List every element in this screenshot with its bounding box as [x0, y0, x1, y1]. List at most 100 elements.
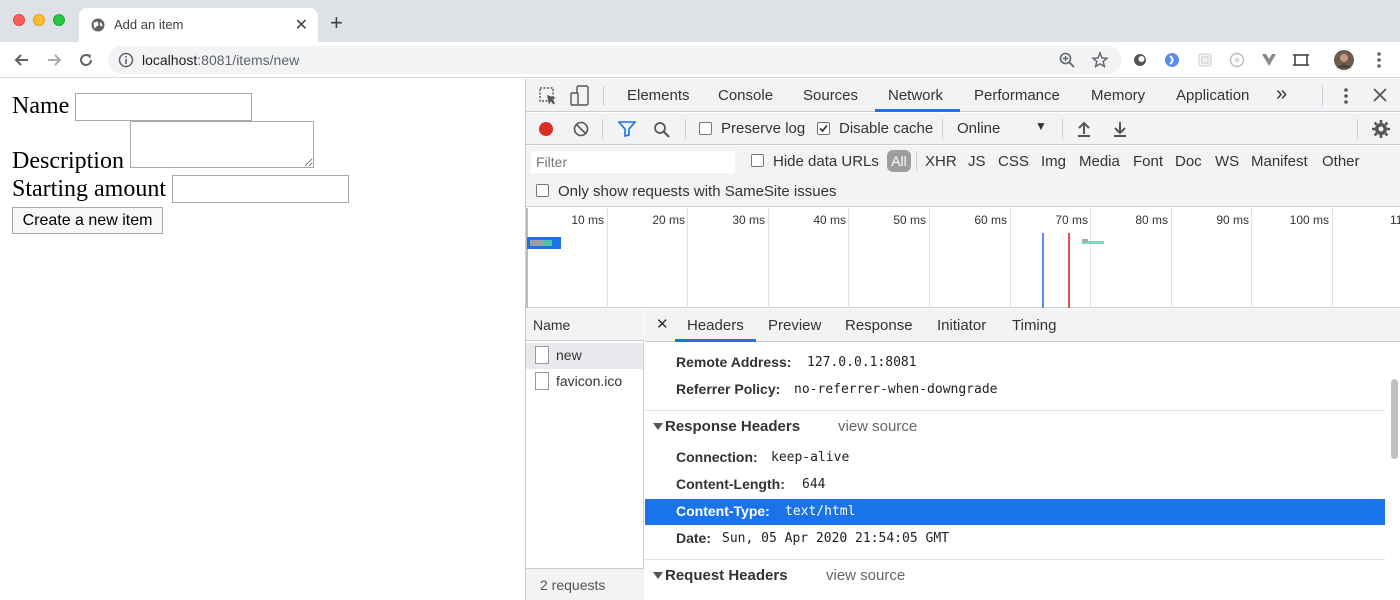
hide-data-urls-checkbox[interactable]: [751, 154, 764, 167]
browser-toolbar: localhost:8081/items/new: [0, 42, 1400, 78]
tab-sources[interactable]: Sources: [803, 87, 858, 104]
gridline: [1251, 208, 1252, 308]
header-key: Content-Type:: [676, 503, 770, 519]
chevron-down-icon[interactable]: ▼: [1035, 119, 1047, 133]
expand-triangle-icon[interactable]: [653, 423, 663, 430]
filter-type-all[interactable]: All: [887, 150, 911, 172]
menu-dots-icon[interactable]: [1372, 50, 1386, 70]
filter-type-manifest[interactable]: Manifest: [1251, 153, 1308, 170]
filter-type-doc[interactable]: Doc: [1175, 153, 1202, 170]
extension-icon[interactable]: [1132, 52, 1148, 68]
tab-timing[interactable]: Timing: [1012, 317, 1056, 334]
bookmark-star-icon[interactable]: [1091, 51, 1109, 69]
filter-type-media[interactable]: Media: [1079, 153, 1120, 170]
header-row-selected[interactable]: Content-Type: text/html: [645, 499, 1385, 525]
tab-memory[interactable]: Memory: [1091, 87, 1145, 104]
extension-icon[interactable]: [1164, 52, 1180, 68]
import-har-icon[interactable]: [1076, 120, 1092, 138]
name-column-header[interactable]: Name: [526, 309, 644, 341]
create-item-button[interactable]: Create a new item: [12, 207, 163, 234]
tick-label: 70 ms: [1055, 213, 1088, 227]
request-headers-title[interactable]: Request Headers: [665, 567, 788, 584]
search-icon[interactable]: [653, 121, 671, 139]
reload-icon[interactable]: [76, 50, 96, 70]
tab-response[interactable]: Response: [845, 317, 913, 334]
record-icon[interactable]: [538, 121, 554, 137]
starting-amount-input[interactable]: [172, 175, 349, 203]
gear-icon[interactable]: [1371, 119, 1391, 139]
devtools-menu-icon[interactable]: [1341, 86, 1351, 106]
back-icon[interactable]: [12, 50, 32, 70]
close-window-button[interactable]: [13, 14, 25, 26]
new-tab-button[interactable]: +: [330, 12, 343, 34]
tab-initiator[interactable]: Initiator: [937, 317, 986, 334]
tab-network[interactable]: Network: [888, 87, 943, 104]
response-headers-title[interactable]: Response Headers: [665, 418, 800, 435]
device-toolbar-icon[interactable]: [570, 85, 590, 107]
expand-triangle-icon[interactable]: [653, 572, 663, 579]
throttling-select[interactable]: Online: [957, 120, 1000, 137]
header-row[interactable]: Date: Sun, 05 Apr 2020 21:54:05 GMT: [645, 525, 1385, 552]
zoom-icon[interactable]: [1058, 51, 1076, 69]
tab-elements[interactable]: Elements: [627, 87, 690, 104]
view-source-link[interactable]: view source: [838, 418, 917, 435]
request-row-favicon[interactable]: favicon.ico: [526, 369, 643, 395]
disable-cache-checkbox[interactable]: [817, 122, 830, 135]
request-detail-panel: ✕ Headers Preview Response Initiator Tim…: [645, 309, 1400, 600]
description-textarea[interactable]: [130, 121, 314, 168]
tab-headers[interactable]: Headers: [687, 317, 744, 334]
maximize-window-button[interactable]: [53, 14, 65, 26]
filter-type-font[interactable]: Font: [1133, 153, 1163, 170]
close-devtools-icon[interactable]: [1373, 88, 1387, 102]
export-har-icon[interactable]: [1112, 120, 1128, 138]
filter-type-other[interactable]: Other: [1322, 153, 1360, 170]
inspect-element-icon[interactable]: [538, 86, 558, 106]
tab-performance[interactable]: Performance: [974, 87, 1060, 104]
address-bar[interactable]: localhost:8081/items/new: [108, 46, 1122, 74]
scrollbar[interactable]: [1388, 343, 1400, 600]
close-tab-icon[interactable]: ✕: [295, 15, 308, 35]
divider: [916, 151, 917, 171]
tab-preview[interactable]: Preview: [768, 317, 821, 334]
preserve-log-checkbox[interactable]: [699, 122, 712, 135]
tick-label: 40 ms: [813, 213, 846, 227]
header-row[interactable]: Content-Length: 644: [645, 471, 1385, 498]
avatar[interactable]: [1334, 50, 1354, 70]
name-input[interactable]: [75, 93, 252, 121]
close-detail-icon[interactable]: ✕: [656, 315, 669, 333]
name-label: Name: [12, 93, 70, 119]
filter-type-xhr[interactable]: XHR: [925, 153, 957, 170]
header-value: 127.0.0.1:8081: [807, 355, 917, 370]
vue-devtools-icon[interactable]: [1261, 52, 1277, 68]
filter-type-js[interactable]: JS: [968, 153, 986, 170]
view-source-link[interactable]: view source: [826, 567, 905, 584]
fullscreen-icon[interactable]: [1293, 52, 1309, 68]
header-row[interactable]: Remote Address: 127.0.0.1:8081: [645, 349, 1385, 376]
header-row[interactable]: Connection: keep-alive: [645, 444, 1385, 471]
filter-input[interactable]: [531, 151, 735, 173]
filter-type-img[interactable]: Img: [1041, 153, 1066, 170]
minimize-window-button[interactable]: [33, 14, 45, 26]
filter-type-ws[interactable]: WS: [1215, 153, 1239, 170]
divider: [1062, 119, 1063, 139]
extension-icon[interactable]: [1229, 52, 1245, 68]
gridline: [1010, 208, 1011, 308]
extension-icon[interactable]: [1197, 52, 1213, 68]
browser-tab[interactable]: Add an item ✕: [79, 8, 318, 42]
forward-icon[interactable]: [44, 50, 64, 70]
scrollbar-thumb[interactable]: [1391, 379, 1398, 459]
request-count: 2 requests: [526, 568, 644, 600]
gridline: [1090, 208, 1091, 308]
clear-icon[interactable]: [573, 121, 589, 137]
filter-icon[interactable]: [618, 121, 636, 137]
info-icon[interactable]: [118, 52, 134, 68]
network-overview-timeline[interactable]: 10 ms 20 ms 30 ms 40 ms 50 ms 60 ms 70 m…: [526, 208, 1400, 308]
filter-type-css[interactable]: CSS: [998, 153, 1029, 170]
tab-console[interactable]: Console: [718, 87, 773, 104]
samesite-checkbox[interactable]: [536, 184, 549, 197]
more-tabs-icon[interactable]: »: [1276, 83, 1287, 106]
preserve-log-label: Preserve log: [721, 120, 806, 137]
tab-application[interactable]: Application: [1176, 87, 1249, 104]
request-row-new[interactable]: new: [526, 343, 643, 369]
header-row[interactable]: Referrer Policy: no-referrer-when-downgr…: [645, 376, 1385, 403]
